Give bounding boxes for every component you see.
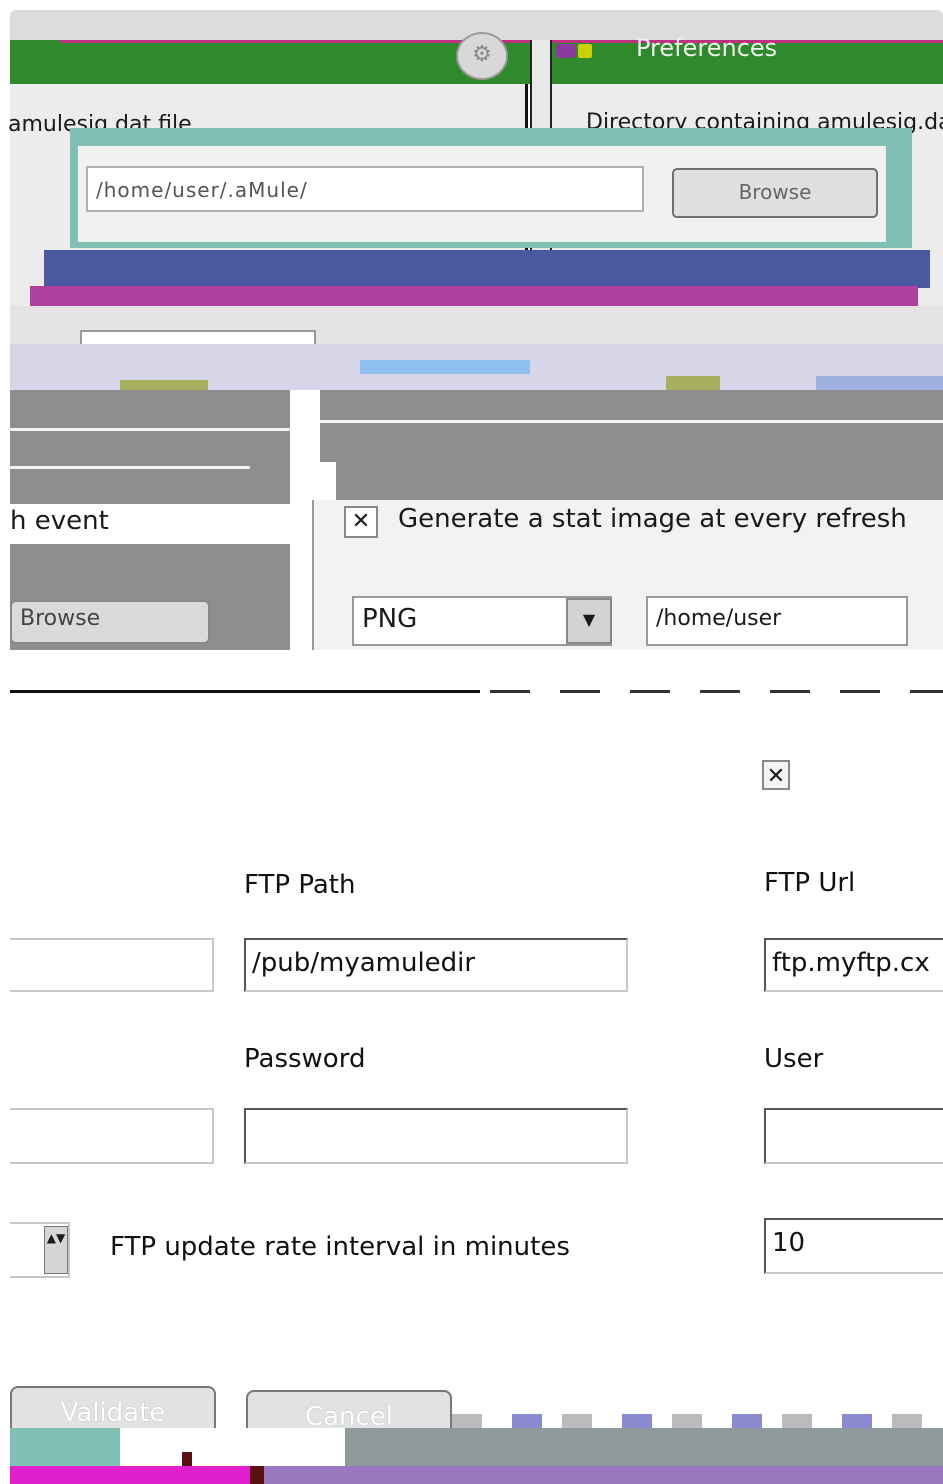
ftp-rate-label: FTP update rate interval in minutes: [110, 1232, 570, 1262]
left-text-field[interactable]: [10, 938, 214, 992]
render-artifact-noise-lavender: [816, 376, 943, 390]
amulesig-path-input[interactable]: /home/user/.aMule/: [86, 166, 644, 212]
section-divider: [10, 690, 480, 693]
taskbar-marker: [182, 1452, 192, 1466]
divider: [320, 420, 943, 423]
taskbar-magenta: [10, 1466, 250, 1484]
window-title: Preferences: [636, 34, 778, 62]
divider: [10, 466, 250, 469]
spin-arrows-icon[interactable]: ▲▼: [44, 1226, 68, 1274]
section-divider-dashed: [490, 690, 943, 693]
preferences-icon: [556, 44, 576, 58]
stat-path-input[interactable]: /home/user: [646, 596, 908, 646]
taskbar-marker: [250, 1466, 264, 1484]
ftp-url-input[interactable]: ftp.myftp.cx: [764, 938, 943, 992]
password-input[interactable]: [244, 1108, 628, 1164]
stat-panel-bar: [336, 462, 943, 502]
ftp-rate-input[interactable]: 10: [764, 1218, 943, 1274]
ftp-url-label: FTP Url: [764, 868, 856, 898]
chevron-down-icon[interactable]: ▼: [566, 598, 612, 644]
ftp-enable-checkbox[interactable]: ✕: [762, 760, 790, 790]
stat-panel-right: [320, 390, 943, 462]
ftp-path-label: FTP Path: [244, 870, 356, 900]
preferences-icon-accent: [578, 44, 592, 58]
user-label: User: [764, 1044, 824, 1074]
left-text-field-2[interactable]: [10, 1108, 214, 1164]
ftp-path-input[interactable]: /pub/myamuledir: [244, 938, 628, 992]
password-label: Password: [244, 1044, 366, 1074]
close-icon[interactable]: ⚙: [456, 32, 508, 80]
refresh-event-label: h event: [10, 506, 109, 536]
header-band-left: [10, 40, 530, 84]
taskbar-purple: [250, 1466, 943, 1484]
generate-stat-label: Generate a stat image at every refresh: [398, 504, 907, 534]
render-artifact-noise-olive2: [666, 376, 720, 390]
generate-stat-checkbox[interactable]: ✕: [344, 506, 378, 538]
browse-button[interactable]: Browse: [672, 168, 878, 218]
divider: [10, 428, 290, 431]
render-artifact-blue: [44, 250, 930, 288]
render-artifact-pink: [30, 286, 918, 306]
taskbar-white: [120, 1428, 345, 1468]
taskbar-gray: [345, 1428, 943, 1468]
left-browse-button[interactable]: Browse: [10, 600, 210, 644]
user-input[interactable]: [764, 1108, 943, 1164]
render-artifact-noise-blue: [360, 360, 530, 374]
